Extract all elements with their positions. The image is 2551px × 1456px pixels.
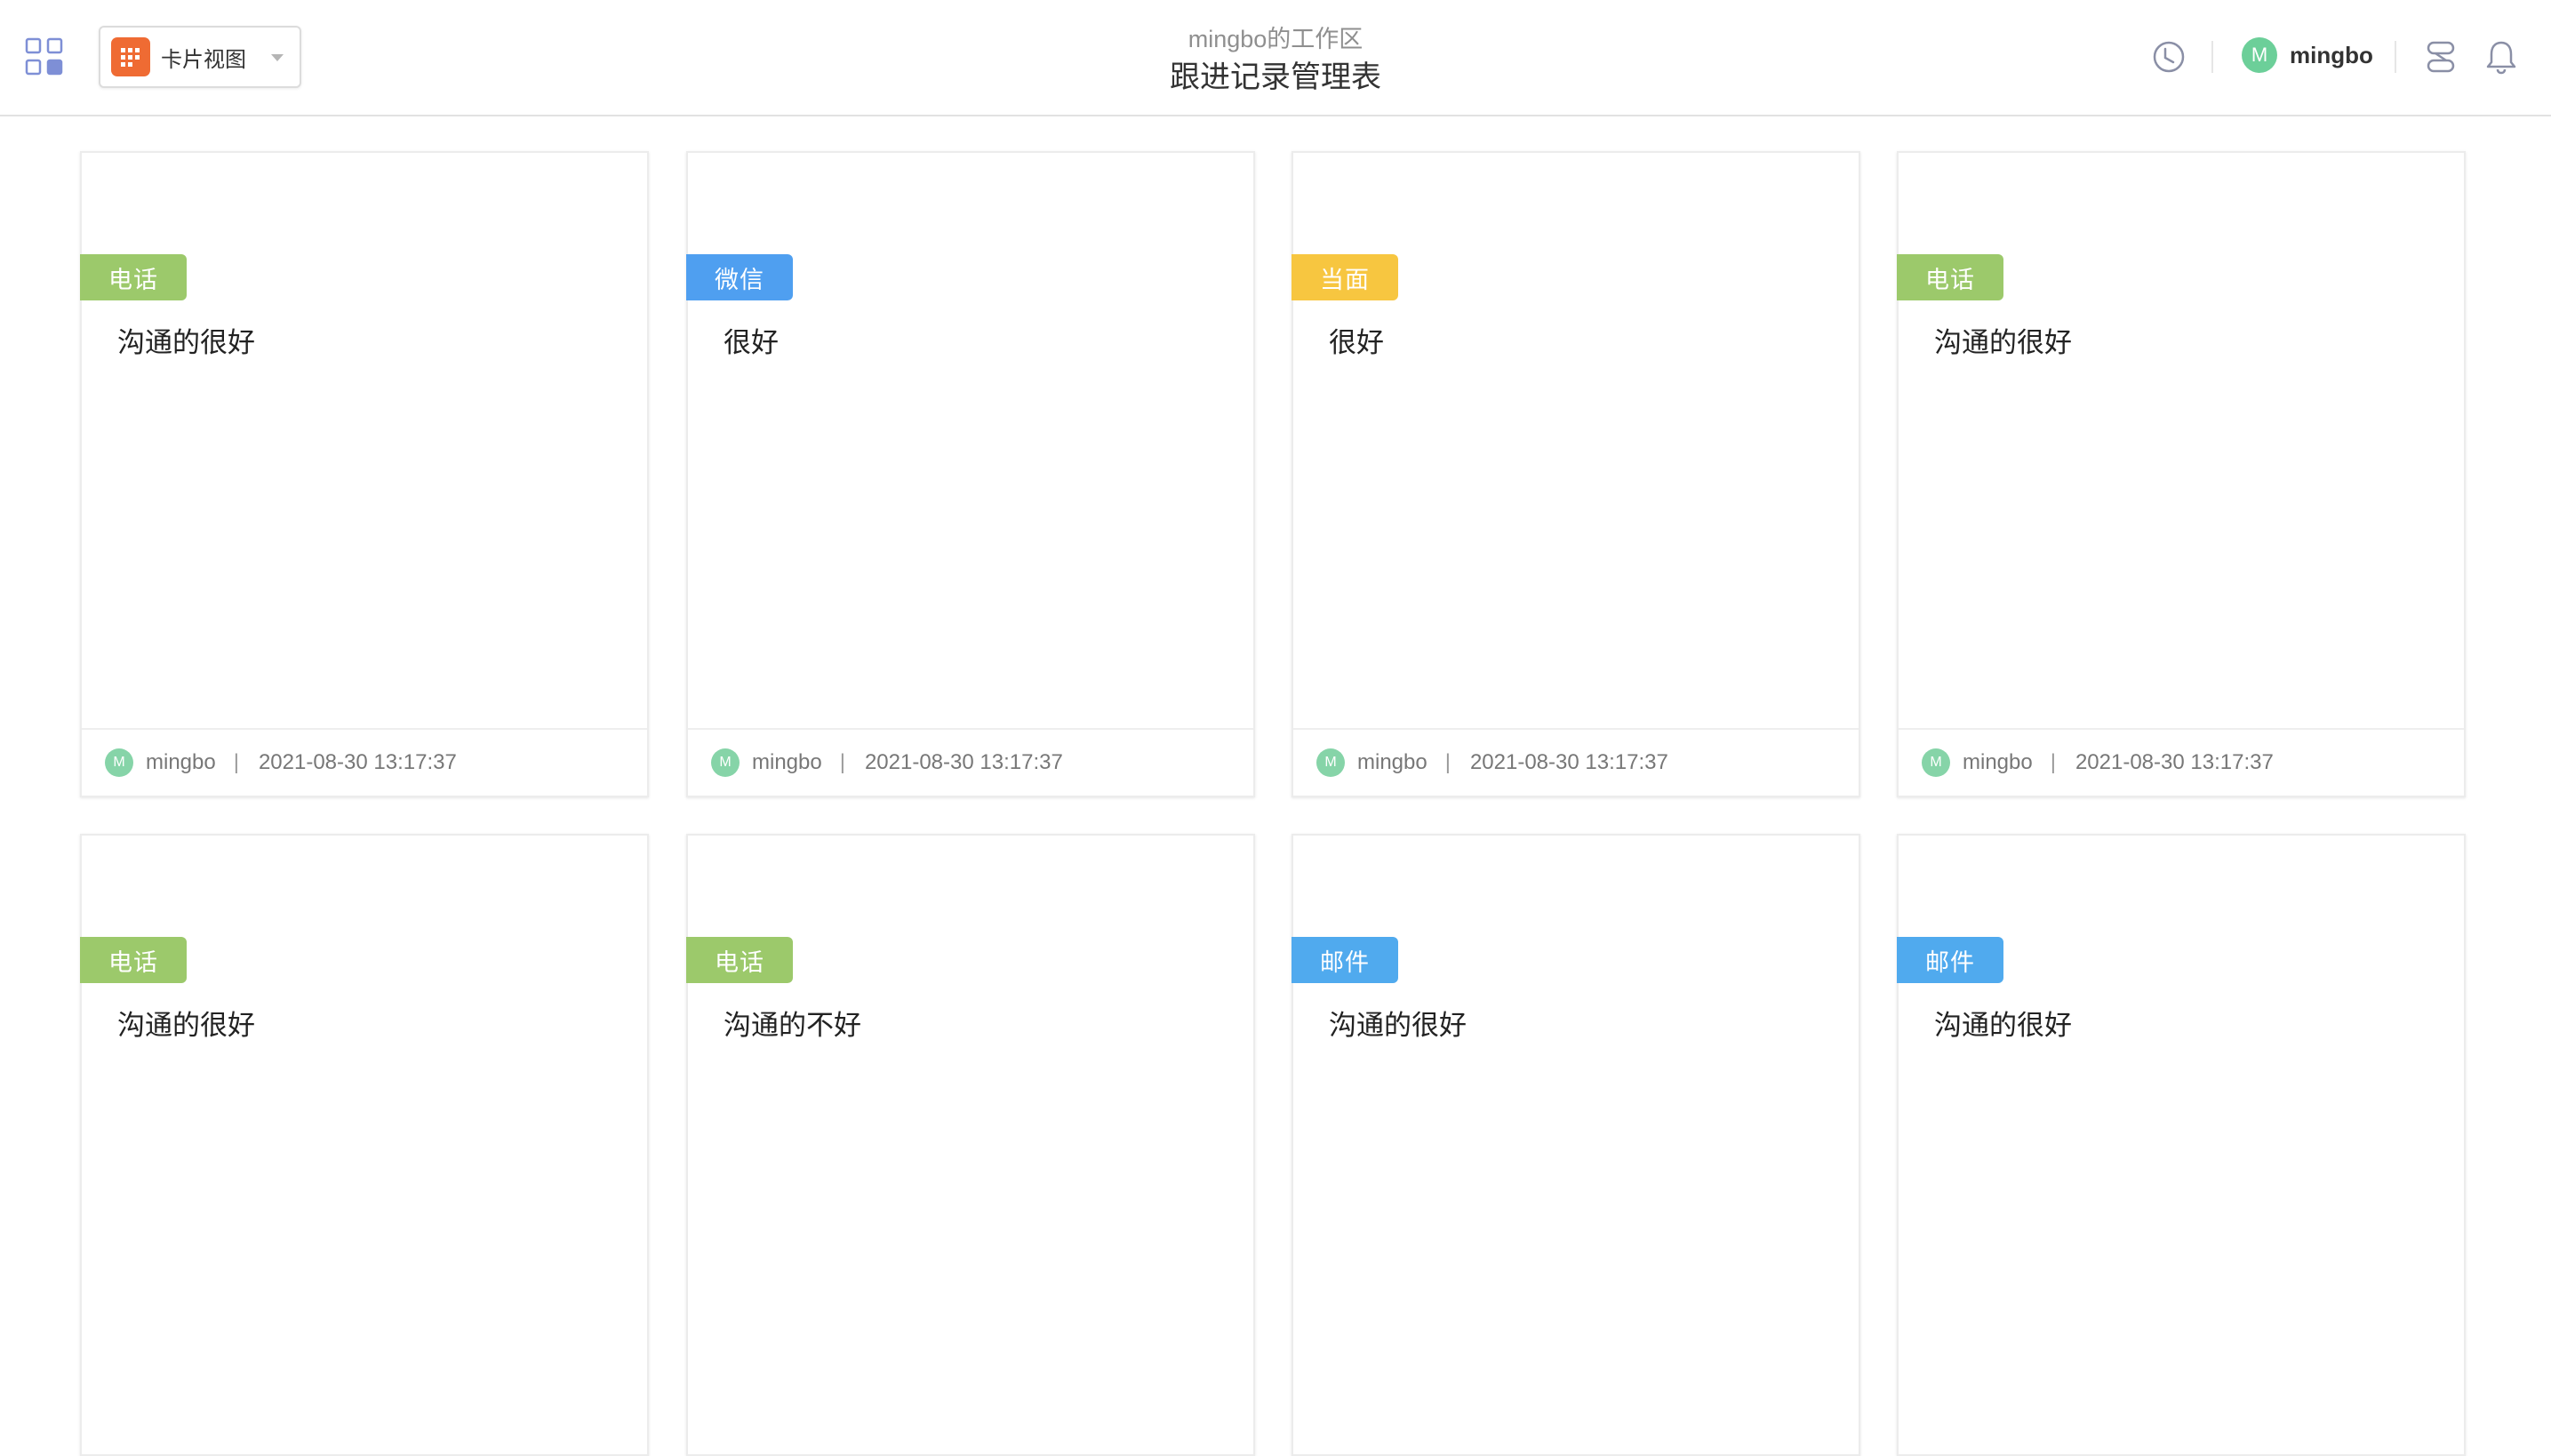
apps-grid-icon[interactable] [23, 36, 66, 78]
header-divider [2395, 41, 2396, 73]
record-card[interactable]: 电话 沟通的很好 M mingbo | 2021-08-30 13:17:37 [80, 151, 649, 797]
method-tag: 邮件 [1291, 937, 1398, 983]
avatar: M [1316, 748, 1345, 777]
separator: | [2050, 750, 2056, 774]
card-content: 很好 [1329, 327, 1384, 358]
separator: | [1444, 750, 1451, 774]
top-bar: 卡片视图 mingbo的工作区 跟进记录管理表 M mingbo [0, 0, 2551, 116]
record-card[interactable]: 电话 沟通的不好 [686, 834, 1255, 1456]
record-card[interactable]: 电话 沟通的很好 [80, 834, 649, 1456]
integration-icon[interactable] [2421, 37, 2460, 76]
card-time: 2021-08-30 13:17:37 [1469, 750, 1668, 774]
view-selector[interactable]: 卡片视图 [99, 26, 301, 88]
record-card[interactable]: 当面 很好 M mingbo | 2021-08-30 13:17:37 [1291, 151, 1860, 797]
separator: | [839, 750, 845, 774]
separator: | [233, 750, 239, 774]
card-content: 沟通的很好 [117, 1010, 255, 1041]
workspace-name: mingbo的工作区 [1188, 26, 1363, 52]
card-user: mingbo [1963, 750, 2033, 774]
card-time: 2021-08-30 13:17:37 [258, 750, 457, 774]
record-card[interactable]: 电话 沟通的很好 M mingbo | 2021-08-30 13:17:37 [1897, 151, 2466, 797]
card-user: mingbo [752, 750, 822, 774]
card-time: 2021-08-30 13:17:37 [2075, 750, 2274, 774]
user-menu[interactable]: M mingbo [2242, 37, 2373, 73]
avatar: M [1922, 748, 1950, 777]
card-footer: M mingbo | 2021-08-30 13:17:37 [1293, 728, 1859, 796]
card-footer: M mingbo | 2021-08-30 13:17:37 [82, 728, 647, 796]
bell-icon[interactable] [2482, 37, 2521, 76]
method-tag: 微信 [686, 254, 793, 300]
header-divider [2211, 41, 2213, 73]
user-name: mingbo [2290, 41, 2373, 68]
record-card[interactable]: 邮件 沟通的很好 [1897, 834, 2466, 1456]
record-card[interactable]: 邮件 沟通的很好 [1291, 834, 1860, 1456]
method-tag: 电话 [686, 937, 793, 983]
card-content: 很好 [724, 327, 779, 358]
method-tag: 邮件 [1897, 937, 2003, 983]
card-content: 沟通的很好 [1934, 1010, 2072, 1041]
page-title: 跟进记录管理表 [1170, 60, 1381, 94]
card-user: mingbo [1357, 750, 1427, 774]
avatar: M [711, 748, 740, 777]
card-footer: M mingbo | 2021-08-30 13:17:37 [688, 728, 1253, 796]
card-content: 沟通的很好 [117, 327, 255, 358]
record-card[interactable]: 微信 很好 M mingbo | 2021-08-30 13:17:37 [686, 151, 1255, 797]
method-tag: 当面 [1291, 254, 1398, 300]
card-view-icon [111, 37, 150, 76]
card-time: 2021-08-30 13:17:37 [864, 750, 1063, 774]
chevron-down-icon [271, 54, 284, 61]
method-tag: 电话 [80, 937, 187, 983]
card-footer: M mingbo | 2021-08-30 13:17:37 [1899, 728, 2464, 796]
card-content: 沟通的很好 [1329, 1010, 1467, 1041]
title-block: mingbo的工作区 跟进记录管理表 [1009, 21, 1542, 98]
avatar: M [105, 748, 133, 777]
card-user: mingbo [146, 750, 216, 774]
card-content: 沟通的不好 [724, 1010, 861, 1041]
avatar: M [2242, 37, 2277, 73]
method-tag: 电话 [80, 254, 187, 300]
card-content: 沟通的很好 [1934, 327, 2072, 358]
history-icon[interactable] [2149, 37, 2188, 76]
method-tag: 电话 [1897, 254, 2003, 300]
view-selector-label: 卡片视图 [161, 47, 246, 72]
